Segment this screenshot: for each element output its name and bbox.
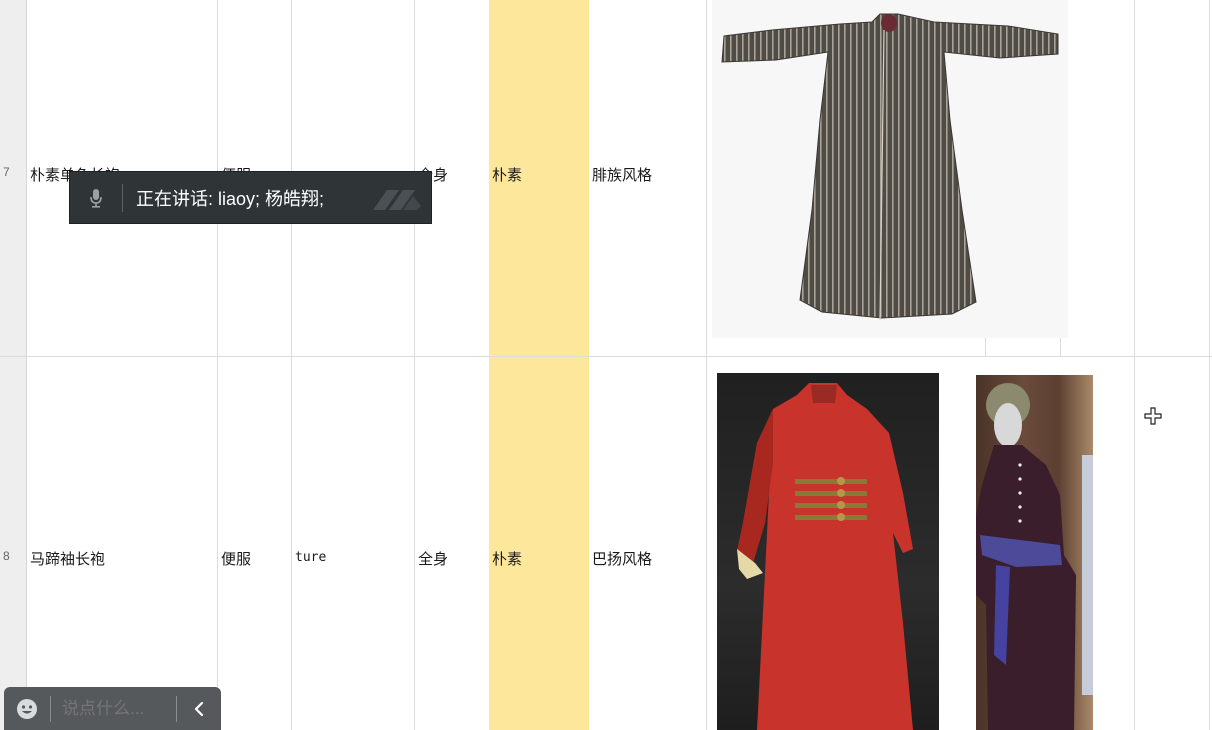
column-divider	[706, 0, 707, 730]
column-divider	[291, 0, 292, 730]
robe-image-purple-coat[interactable]	[976, 375, 1093, 730]
microphone-icon	[70, 171, 122, 224]
app-logo-icon	[369, 184, 425, 219]
cell-flag[interactable]: ture	[295, 550, 326, 565]
cell-type[interactable]: 便服	[221, 548, 251, 569]
cell-part[interactable]: 全身	[418, 548, 448, 569]
highlighted-column-style	[489, 0, 589, 730]
cell-culture[interactable]: 巴扬风格	[592, 548, 652, 569]
cell-style[interactable]: 朴素	[492, 548, 522, 569]
column-divider	[217, 0, 218, 730]
emoji-icon[interactable]	[4, 687, 50, 730]
column-divider	[1209, 0, 1210, 730]
row-number[interactable]: 8	[0, 549, 26, 563]
cell-culture[interactable]: 腓族风格	[592, 164, 652, 185]
robe-image-gray-striped[interactable]	[712, 0, 1068, 338]
column-divider	[1060, 338, 1061, 356]
cell-name[interactable]: 马蹄袖长袍	[30, 548, 105, 569]
chat-input[interactable]	[51, 687, 176, 730]
chat-bar	[4, 687, 221, 730]
row-header-column	[0, 0, 27, 730]
row-number[interactable]: 7	[0, 165, 26, 179]
row-divider	[0, 356, 1212, 357]
cell-cursor-icon	[1144, 407, 1162, 430]
robe-image-red-coat[interactable]	[717, 373, 939, 730]
cell-style[interactable]: 朴素	[492, 164, 522, 185]
column-divider	[985, 338, 986, 356]
column-divider	[1134, 0, 1135, 730]
speaking-indicator: 正在讲话: liaoy; 杨皓翔;	[69, 171, 432, 224]
speaking-text: 正在讲话: liaoy; 杨皓翔;	[136, 188, 325, 209]
chevron-left-icon[interactable]	[177, 687, 221, 730]
column-divider	[414, 0, 415, 730]
